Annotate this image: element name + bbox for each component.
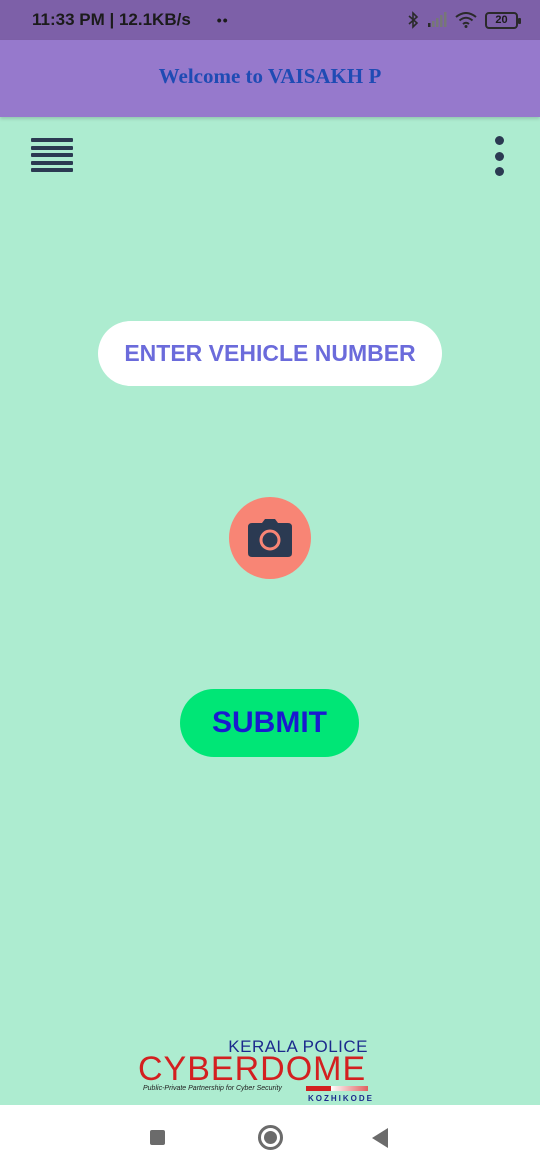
signal-icon xyxy=(428,12,447,27)
status-time: 11:33 PM | 12.1KB/s xyxy=(32,10,191,29)
vehicle-number-input[interactable] xyxy=(98,321,442,386)
menu-line xyxy=(31,153,73,157)
status-bar: 11:33 PM | 12.1KB/s •• 20 xyxy=(0,0,540,40)
notification-dots: •• xyxy=(216,12,229,28)
submit-button[interactable]: SUBMIT xyxy=(180,689,359,757)
menu-line xyxy=(31,138,73,142)
hamburger-menu-icon[interactable] xyxy=(31,138,73,172)
more-dot xyxy=(494,167,504,176)
system-nav-bar xyxy=(0,1105,540,1170)
home-circle-icon[interactable] xyxy=(258,1125,283,1150)
battery-level: 20 xyxy=(495,14,508,26)
wifi-icon xyxy=(455,12,477,28)
kerala-police-cyberdome-logo: KERALA POLICE CYBERDOME Public-Private P… xyxy=(138,1037,372,1105)
menu-line xyxy=(31,145,73,150)
bluetooth-icon xyxy=(408,11,419,29)
more-vertical-icon[interactable] xyxy=(490,136,508,176)
logo-bar xyxy=(306,1086,368,1091)
back-triangle-icon[interactable] xyxy=(372,1128,388,1148)
more-dot xyxy=(494,151,504,161)
menu-line xyxy=(31,168,73,172)
battery-icon: 20 xyxy=(485,11,521,29)
logo-location: KOZHIKODE xyxy=(308,1094,374,1103)
recents-square-icon[interactable] xyxy=(150,1130,165,1145)
logo-line2: CYBERDOME xyxy=(138,1050,367,1088)
camera-button[interactable] xyxy=(229,497,311,579)
more-dot xyxy=(494,136,504,145)
page-title: Welcome to VAISAKH P xyxy=(158,63,382,88)
app-header: Welcome to VAISAKH P xyxy=(0,40,540,117)
menu-line xyxy=(31,160,73,165)
status-icons: 20 xyxy=(407,11,521,29)
camera-icon xyxy=(248,519,292,557)
logo-tagline: Public-Private Partnership for Cyber Sec… xyxy=(143,1085,282,1092)
